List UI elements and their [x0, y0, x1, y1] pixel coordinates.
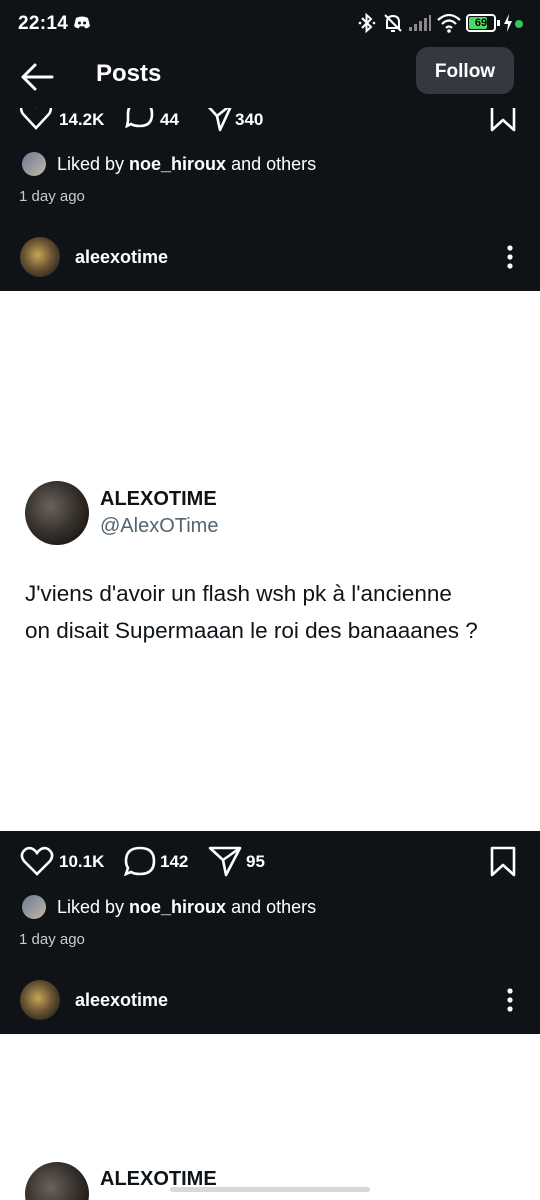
battery-level: 69 — [474, 17, 488, 29]
share-icon[interactable] — [208, 845, 242, 882]
like-count: 14.2K — [59, 110, 105, 129]
comment-count: 142 — [160, 852, 189, 871]
status-bar: 22:14 69 — [0, 0, 540, 48]
liked-prefix: Liked by — [57, 897, 130, 917]
liked-prefix: Liked by — [57, 154, 130, 174]
user-avatar[interactable] — [20, 237, 60, 277]
like-icon[interactable] — [19, 108, 53, 136]
bookmark-icon[interactable] — [490, 846, 516, 883]
discord-icon — [72, 15, 92, 36]
liked-user[interactable]: noe_hiroux — [129, 897, 226, 917]
wifi-icon — [436, 12, 462, 39]
share-count: 95 — [246, 852, 265, 871]
signal-icon — [408, 14, 432, 37]
post-time: 1 day ago — [19, 931, 85, 948]
page-title: Posts — [96, 60, 162, 87]
post1-actions: 14.2K 44 340 — [0, 108, 540, 136]
bluetooth-icon — [358, 12, 376, 39]
like-icon[interactable] — [20, 845, 54, 882]
charging-icon — [503, 14, 513, 37]
user-avatar[interactable] — [20, 980, 60, 1020]
share-count: 340 — [235, 110, 264, 129]
post-image[interactable]: ALEXOTIME @AlexOTime J'viens d'avoir un … — [0, 291, 540, 831]
follow-button[interactable]: Follow — [416, 47, 514, 94]
home-indicator[interactable] — [170, 1187, 370, 1192]
share-icon[interactable] — [204, 108, 234, 136]
liked-by-avatar — [22, 152, 46, 176]
post-username[interactable]: aleexotime — [75, 247, 168, 268]
status-time: 22:14 — [18, 13, 69, 34]
back-arrow-icon[interactable] — [20, 62, 54, 97]
liked-user[interactable]: noe_hiroux — [129, 154, 226, 174]
liked-by-text: Liked by noe_hiroux and others — [57, 154, 316, 175]
liked-suffix: and others — [226, 154, 317, 174]
battery-icon: 69 — [466, 14, 496, 32]
battery-tip — [497, 20, 500, 26]
liked-by-avatar — [22, 895, 46, 919]
tweet-name: ALEXOTIME — [100, 488, 217, 510]
comment-icon[interactable] — [124, 108, 156, 136]
more-options-icon[interactable] — [500, 244, 520, 275]
post-image[interactable]: ALEXOTIME — [0, 1034, 540, 1200]
tweet-line-2: on disait Supermaaan le roi des banaaane… — [25, 618, 478, 643]
like-count: 10.1K — [59, 852, 105, 871]
tweet-avatar — [25, 1162, 89, 1200]
comment-icon[interactable] — [123, 845, 157, 882]
post-username[interactable]: aleexotime — [75, 990, 168, 1011]
tweet-avatar — [25, 481, 89, 545]
tweet-line-1: J'viens d'avoir un flash wsh pk à l'anci… — [25, 581, 452, 606]
recording-dot — [515, 20, 523, 28]
post-time: 1 day ago — [19, 188, 85, 205]
liked-by-text: Liked by noe_hiroux and others — [57, 897, 316, 918]
comment-count: 44 — [160, 110, 179, 129]
tweet-handle: @AlexOTime — [100, 515, 219, 537]
mute-bell-icon — [382, 12, 404, 39]
bookmark-icon[interactable] — [490, 108, 516, 136]
liked-suffix: and others — [226, 897, 317, 917]
more-options-icon[interactable] — [500, 987, 520, 1018]
